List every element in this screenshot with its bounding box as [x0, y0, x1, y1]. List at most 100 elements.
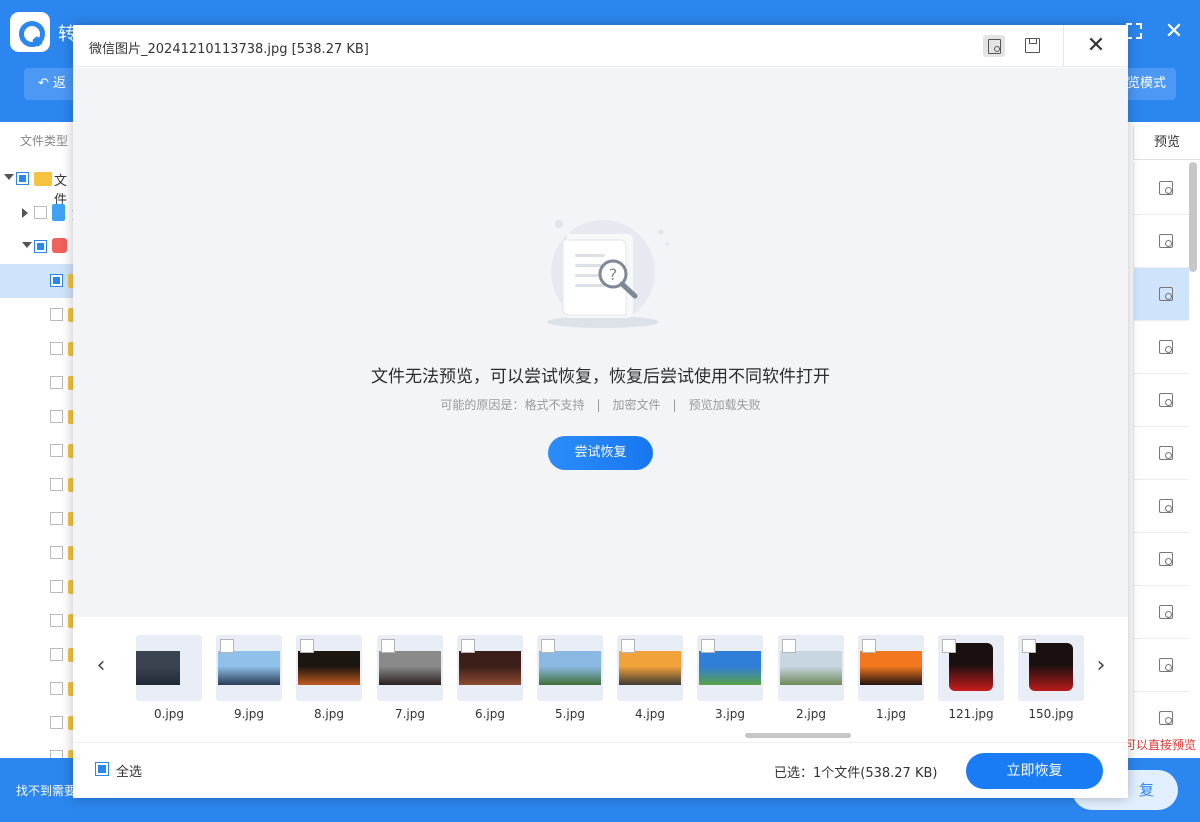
preview-icon[interactable]	[1159, 181, 1173, 195]
thumbnail-frame[interactable]	[537, 635, 603, 701]
tree-row[interactable]	[0, 502, 86, 536]
thumbnail-frame[interactable]	[136, 635, 202, 701]
tree-row[interactable]	[0, 570, 86, 604]
tree-checkbox[interactable]	[50, 648, 63, 661]
tree-row[interactable]	[0, 366, 86, 400]
preview-icon[interactable]	[1159, 605, 1173, 619]
tree-checkbox[interactable]	[50, 512, 63, 525]
preview-icon[interactable]	[1159, 446, 1173, 460]
tree-checkbox[interactable]	[50, 682, 63, 695]
tree-row[interactable]: 文	[0, 196, 85, 230]
preview-icon[interactable]	[1159, 393, 1173, 407]
thumbnail-checkbox[interactable]	[220, 639, 234, 653]
thumbnail-checkbox[interactable]	[942, 639, 956, 653]
thumbnail-frame[interactable]	[296, 635, 362, 701]
thumbnail-frame[interactable]	[377, 635, 443, 701]
thumbnail-frame[interactable]	[216, 635, 282, 701]
thumbnail-frame[interactable]	[1018, 635, 1084, 701]
tree-row[interactable]	[0, 264, 86, 298]
thumbnail-checkbox[interactable]	[862, 639, 876, 653]
thumbnail-item[interactable]: 6.jpg	[457, 635, 523, 723]
thumbnail-frame[interactable]	[457, 635, 523, 701]
dialog-close-icon[interactable]: ✕	[1083, 33, 1109, 59]
thumbnail-frame[interactable]	[617, 635, 683, 701]
tree-row[interactable]	[0, 332, 86, 366]
thumbnail-item[interactable]: 7.jpg	[377, 635, 443, 723]
select-all-checkbox[interactable]	[95, 762, 109, 776]
preview-toggle-icon[interactable]	[983, 35, 1005, 57]
preview-icon[interactable]	[1159, 340, 1173, 354]
thumbnail-next-icon[interactable]: ›	[1091, 653, 1111, 678]
thumbnail-item[interactable]: 0.jpg	[136, 635, 202, 723]
tree-checkbox[interactable]	[34, 240, 47, 253]
thumbnail-item[interactable]: 1.jpg	[858, 635, 924, 723]
preview-cell	[1133, 586, 1189, 639]
tree-row[interactable]: 图	[0, 230, 85, 264]
app-close-icon[interactable]: ✕	[1162, 20, 1186, 44]
thumbnail-item[interactable]: 4.jpg	[617, 635, 683, 723]
tree-checkbox[interactable]	[50, 580, 63, 593]
tree-checkbox[interactable]	[16, 172, 29, 185]
thumbnail-checkbox[interactable]	[701, 639, 715, 653]
tree-checkbox[interactable]	[50, 614, 63, 627]
thumbnail-checkbox[interactable]	[782, 639, 796, 653]
tree-checkbox[interactable]	[50, 546, 63, 559]
preview-icon[interactable]	[1159, 287, 1173, 301]
tree-checkbox[interactable]	[50, 274, 63, 287]
thumbnail-item[interactable]: 3.jpg	[697, 635, 763, 723]
tree-row[interactable]	[0, 468, 86, 502]
thumbnail-checkbox[interactable]	[461, 639, 475, 653]
thumbnail-checkbox[interactable]	[621, 639, 635, 653]
thumbnail-item[interactable]: 8.jpg	[296, 635, 362, 723]
tree-checkbox[interactable]	[50, 410, 63, 423]
caret-down-icon[interactable]	[22, 242, 32, 248]
thumbnail-item[interactable]: 2.jpg	[778, 635, 844, 723]
tree-row[interactable]	[0, 604, 86, 638]
select-all-label[interactable]: 全选	[116, 761, 142, 780]
tree-checkbox[interactable]	[50, 444, 63, 457]
tree-checkbox[interactable]	[34, 206, 47, 219]
thumbnail-checkbox[interactable]	[1022, 639, 1036, 653]
thumbnail-checkbox[interactable]	[541, 639, 555, 653]
preview-cell	[1133, 268, 1189, 321]
tree-row[interactable]	[0, 298, 86, 332]
tree-row[interactable]	[0, 672, 86, 706]
thumbnail-checkbox[interactable]	[300, 639, 314, 653]
caret-down-icon[interactable]	[4, 174, 14, 180]
maximize-icon[interactable]	[1126, 23, 1142, 39]
preview-icon[interactable]	[1159, 499, 1173, 513]
preview-icon[interactable]	[1159, 658, 1173, 672]
thumbnail-frame[interactable]	[858, 635, 924, 701]
thumbnail-item[interactable]: 5.jpg	[537, 635, 603, 723]
preview-icon[interactable]	[1159, 711, 1173, 725]
thumbnail-frame[interactable]	[938, 635, 1004, 701]
thumbnail-frame[interactable]	[697, 635, 763, 701]
tree-row[interactable]: 文件	[0, 162, 76, 208]
thumbnail-scrollbar[interactable]	[745, 733, 851, 738]
tree-row[interactable]	[0, 638, 86, 672]
thumbnail-prev-icon[interactable]: ‹	[91, 653, 111, 678]
tree-row[interactable]	[0, 536, 86, 570]
recover-now-button[interactable]: 立即恢复	[966, 753, 1103, 789]
preview-icon[interactable]	[1159, 552, 1173, 566]
tree-checkbox[interactable]	[50, 308, 63, 321]
caret-right-icon[interactable]	[22, 208, 28, 218]
tree-checkbox[interactable]	[50, 342, 63, 355]
preview-cell	[1133, 162, 1189, 215]
tree-checkbox[interactable]	[50, 478, 63, 491]
thumbnail-item[interactable]: 121.jpg	[938, 635, 1004, 723]
tree-checkbox[interactable]	[50, 716, 63, 729]
thumbnail-frame[interactable]	[778, 635, 844, 701]
thumbnail-item[interactable]: 9.jpg	[216, 635, 282, 723]
thumbnail-checkbox[interactable]	[381, 639, 395, 653]
tree-row[interactable]	[0, 400, 86, 434]
footer-help-text[interactable]: 找不到需要	[16, 782, 76, 799]
list-scrollbar[interactable]	[1189, 162, 1197, 272]
save-icon[interactable]	[1023, 36, 1041, 54]
tree-checkbox[interactable]	[50, 376, 63, 389]
preview-icon[interactable]	[1159, 234, 1173, 248]
tree-row[interactable]	[0, 706, 86, 740]
thumbnail-item[interactable]: 150.jpg	[1018, 635, 1084, 723]
try-recover-button[interactable]: 尝试恢复	[548, 436, 653, 470]
tree-row[interactable]	[0, 434, 86, 468]
